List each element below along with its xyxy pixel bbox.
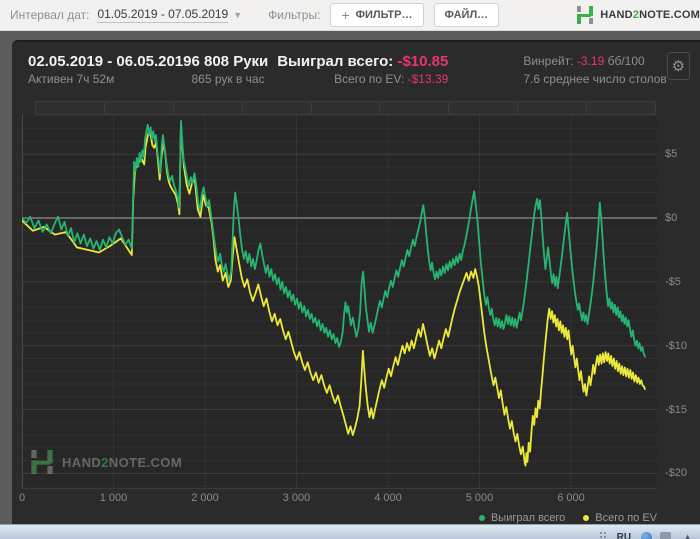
winnings-chart-plot[interactable] [22, 115, 657, 489]
plus-icon: + [341, 8, 349, 22]
x-tick-label: 5 000 [466, 492, 494, 504]
y-tick-label: $5 [665, 148, 677, 160]
stat-winrate-value: -3.19 [577, 54, 604, 68]
file-filter-button-label: ФАЙЛ… [445, 9, 489, 21]
stat-winrate: Винрейт: -3.19 бб/100 7.6 среднее число … [523, 52, 666, 88]
stat-avg-tables: 7.6 среднее число столов [523, 71, 666, 88]
report-panel: 02.05.2019 - 06.05.2019 Активен 7ч 52м 6… [12, 40, 700, 524]
series-line-Всего по EV [22, 130, 645, 466]
add-filter-button-label: ФИЛЬТР… [356, 9, 413, 21]
watermark: HAND2NOTE.COM [30, 450, 182, 474]
stat-winrate-units: бб/100 [608, 54, 645, 68]
filters-label: Фильтры: [268, 8, 320, 22]
y-tick-label: -$10 [665, 340, 687, 352]
brand-text: HAND2NOTE.COM [600, 9, 700, 21]
watermark-text: HAND2NOTE.COM [62, 455, 182, 470]
x-tick-label: 4 000 [374, 492, 402, 504]
stat-ev-total: Всего по EV: -$13.39 [273, 71, 448, 88]
x-tick-label: 1 000 [100, 492, 128, 504]
watermark-logo-icon [30, 450, 54, 474]
gear-icon: ⚙ [672, 57, 685, 75]
chevron-down-icon[interactable]: ▼ [233, 10, 242, 20]
legend-dot-won [479, 515, 485, 521]
brand-logo[interactable]: HAND2NOTE.COM [576, 6, 700, 24]
summary-cells-row [35, 101, 656, 115]
toolbar: Интервал дат: 01.05.2019 - 07.05.2019 ▼ … [0, 0, 700, 31]
y-tick-label: -$15 [665, 404, 687, 416]
date-interval-label: Интервал дат: [10, 8, 89, 22]
stat-won-label: Выиграл всего: [277, 53, 393, 70]
file-filter-button[interactable]: ФАЙЛ… [434, 3, 500, 27]
legend-item-won[interactable]: Выиграл всего [479, 512, 565, 524]
hand2note-logo-icon [576, 6, 594, 24]
stat-hands-total: 6 808 Руки [191, 52, 273, 71]
stat-hands-per-hour: 865 рук в час [191, 71, 273, 88]
legend-label-ev: Всего по EV [595, 512, 657, 524]
stat-ev-value: -$13.39 [408, 72, 449, 86]
x-tick-label: 3 000 [283, 492, 311, 504]
legend-dot-ev [583, 515, 589, 521]
chart-legend: Выиграл всего Всего по EV [461, 512, 657, 524]
stat-won-total: Выиграл всего: -$10.85 [273, 52, 448, 71]
x-tick-label: 6 000 [557, 492, 585, 504]
stat-date-range: 02.05.2019 - 06.05.2019 Активен 7ч 52м [28, 52, 191, 88]
stat-active-time: Активен 7ч 52м [28, 71, 191, 88]
legend-label-won: Выиграл всего [491, 512, 565, 524]
stat-hands: 6 808 Руки 865 рук в час [191, 52, 273, 88]
system-tray: RU ▲ [599, 527, 692, 539]
chart-canvas [22, 115, 657, 489]
x-tick-label: 0 [19, 492, 25, 504]
series-line-Выиграл всего [22, 121, 645, 357]
stat-ev-label: Всего по EV: [334, 72, 404, 86]
stats-header: 02.05.2019 - 06.05.2019 Активен 7ч 52м 6… [12, 52, 700, 98]
y-tick-label: -$5 [665, 276, 681, 288]
legend-item-ev[interactable]: Всего по EV [583, 512, 657, 524]
screen: { "topbar": { "date_interval_label": "Ин… [0, 0, 700, 538]
stat-winrate-label: Винрейт: [523, 54, 573, 68]
add-filter-button[interactable]: + ФИЛЬТР… [330, 3, 423, 27]
y-tick-label: -$20 [665, 467, 687, 479]
x-axis: 0 1 000 2 000 3 000 4 000 5 000 6 000 [22, 492, 657, 506]
y-tick-label: $0 [665, 212, 677, 224]
stat-won-value: -$10.85 [397, 53, 448, 70]
settings-button[interactable]: ⚙ [667, 52, 690, 80]
y-axis: $5 $0 -$5 -$10 -$15 -$20 [665, 115, 699, 489]
windows-taskbar[interactable]: RU ▲ [0, 524, 700, 539]
stat-winnings: Выиграл всего: -$10.85 Всего по EV: -$13… [273, 52, 448, 88]
stat-winrate-line: Винрейт: -3.19 бб/100 [523, 52, 666, 71]
stat-date-range-value: 02.05.2019 - 06.05.2019 [28, 52, 191, 71]
date-interval-value[interactable]: 01.05.2019 - 07.05.2019 [97, 7, 228, 23]
x-tick-label: 2 000 [191, 492, 219, 504]
